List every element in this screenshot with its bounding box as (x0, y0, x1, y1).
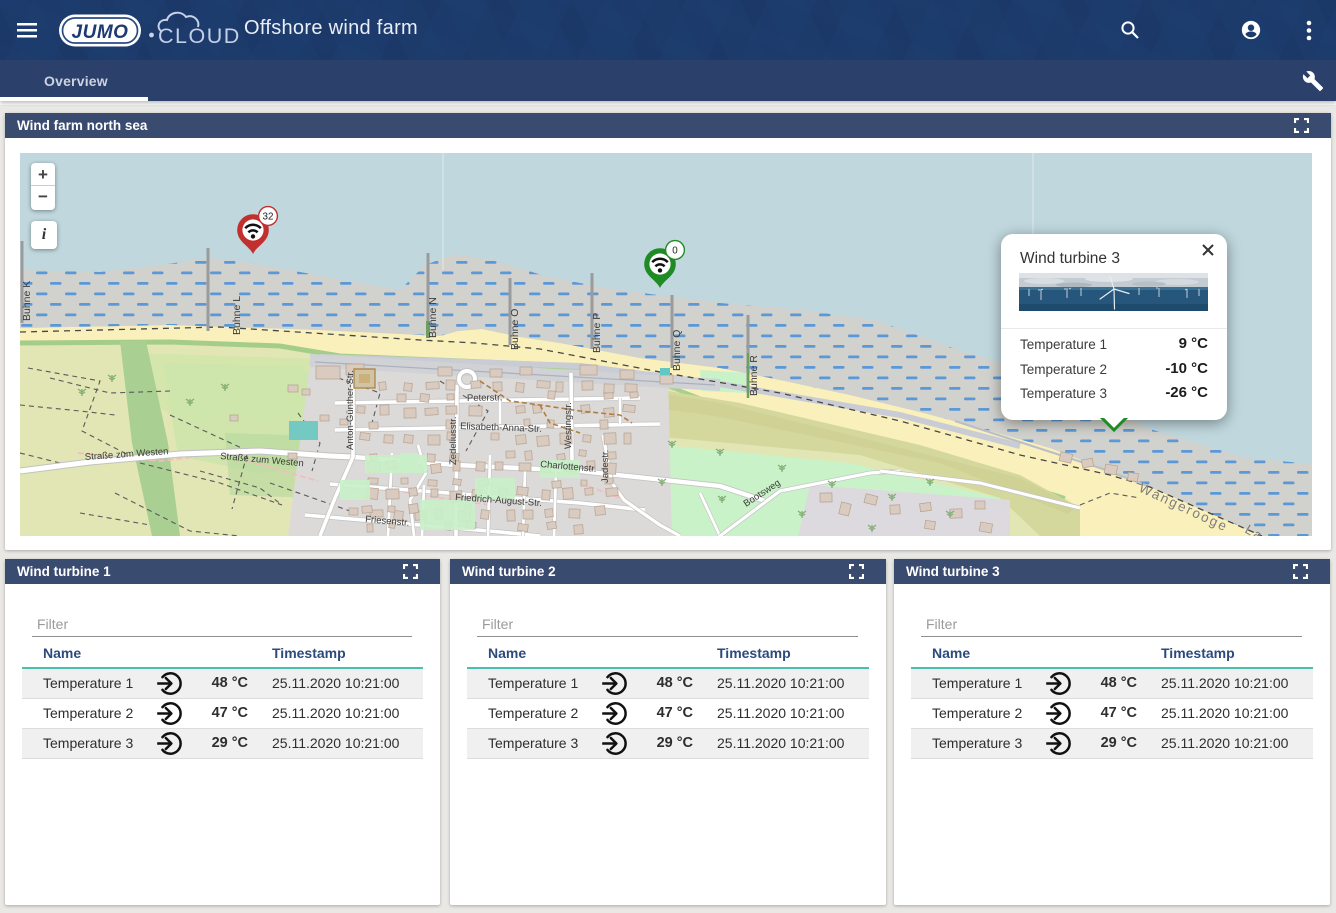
svg-text:Westingstr.: Westingstr. (563, 402, 574, 449)
svg-text:JUMO: JUMO (72, 22, 129, 43)
svg-text:CLOUD: CLOUD (158, 24, 241, 48)
svg-text:32: 32 (263, 212, 274, 223)
svg-text:Buhne O: Buhne O (509, 309, 521, 350)
svg-text:0: 0 (672, 246, 678, 257)
svg-text:Zedeliusstr.: Zedeliusstr. (448, 416, 459, 465)
svg-text:Buhne L: Buhne L (231, 296, 243, 335)
svg-text:Buhne Q: Buhne Q (671, 330, 683, 371)
svg-text:Buhne K: Buhne K (21, 281, 33, 321)
svg-text:Buhne R: Buhne R (748, 355, 760, 396)
svg-text:Jadestr.: Jadestr. (600, 450, 611, 483)
svg-text:Anton-Günther-Str.: Anton-Günther-Str. (345, 370, 356, 450)
svg-text:Buhne P: Buhne P (591, 313, 603, 353)
svg-text:Buhne N: Buhne N (427, 297, 439, 338)
svg-text:Peterstr.: Peterstr. (467, 392, 503, 404)
